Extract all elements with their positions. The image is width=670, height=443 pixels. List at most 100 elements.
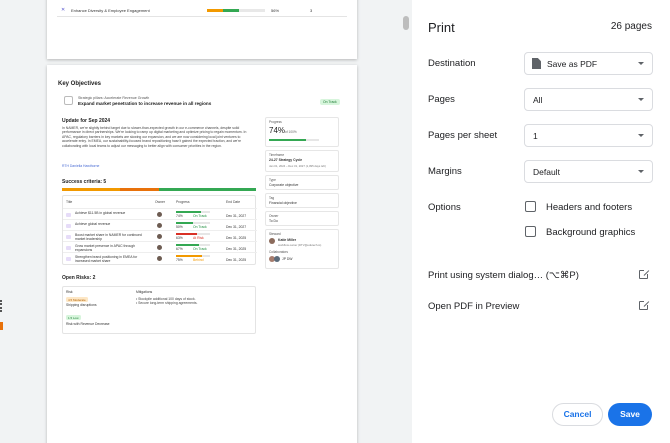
risk-mitigations: • Stockpile additional 100 days of stock… bbox=[136, 297, 198, 306]
avatar bbox=[157, 223, 162, 228]
save-button[interactable]: Save bbox=[608, 403, 652, 426]
card-label: Owner bbox=[269, 214, 279, 218]
card-label: Collaborators bbox=[269, 250, 288, 254]
pages-per-sheet-label: Pages per sheet bbox=[428, 130, 498, 141]
left-edge bbox=[0, 0, 8, 443]
progress-bar bbox=[207, 9, 265, 12]
pages-per-sheet-value: 1 bbox=[533, 131, 538, 141]
system-dialog-link[interactable]: Print using system dialog… (⌥⌘P) bbox=[428, 268, 654, 286]
progress-sub: of 100% bbox=[285, 130, 297, 134]
avatar bbox=[274, 256, 280, 262]
col-header: Owner bbox=[155, 200, 165, 204]
preview-page-2: Key Objectives Strategic pillars: Accele… bbox=[47, 65, 357, 443]
pages-label: Pages bbox=[428, 94, 455, 105]
row-title: Achieve global revenue bbox=[75, 222, 111, 226]
cancel-button[interactable]: Cancel bbox=[552, 403, 603, 426]
system-dialog-label: Print using system dialog… (⌥⌘P) bbox=[428, 270, 579, 281]
row-date: Dec 31, 2027 bbox=[226, 214, 247, 218]
steward-sub: workflow owner (DTV@edutech.io) bbox=[278, 243, 322, 247]
card-value: To Do bbox=[269, 219, 278, 223]
pages-select[interactable]: All bbox=[524, 88, 653, 111]
risks-heading: Open Risks: 2 bbox=[62, 275, 96, 281]
pages-per-sheet-select[interactable]: 1 bbox=[524, 124, 653, 147]
owner-card: Owner To Do bbox=[265, 211, 339, 226]
row-count: 3 bbox=[310, 8, 313, 13]
type-card: Type Corporate objective bbox=[265, 175, 339, 190]
card-value: Financial objective bbox=[269, 201, 297, 205]
row-date: Dec 31, 2025 bbox=[226, 258, 247, 262]
card-label: Steward bbox=[269, 232, 281, 236]
avatar bbox=[157, 234, 162, 239]
col-header: Risk bbox=[66, 290, 73, 294]
margins-select[interactable]: Default bbox=[524, 160, 653, 183]
risk-name: Risk with Revenue Decrease bbox=[66, 322, 110, 326]
objective-title: Expand market penetration to increase re… bbox=[78, 101, 212, 106]
card-label: Type bbox=[269, 178, 276, 182]
headers-footers-checkbox[interactable] bbox=[525, 201, 536, 212]
row-progress: 63% bbox=[176, 236, 183, 240]
chevron-down-icon bbox=[638, 170, 644, 173]
status-badge: On Track bbox=[320, 99, 340, 105]
margins-label: Margins bbox=[428, 166, 462, 177]
row-status: On Track bbox=[193, 214, 207, 218]
open-pdf-link[interactable]: Open PDF in Preview bbox=[428, 299, 654, 317]
success-table: Title Owner Progress End Date Achieve $1… bbox=[62, 195, 257, 265]
success-status-bar bbox=[62, 188, 256, 191]
update-heading: Update for Sep 2024 bbox=[62, 118, 111, 124]
drag-handle[interactable] bbox=[0, 300, 3, 312]
row-date: Dec 31, 2025 bbox=[226, 247, 247, 251]
open-external-icon bbox=[639, 269, 649, 279]
risks-table: Risk Mitigations 4.5 Moderate Shipping d… bbox=[62, 286, 256, 334]
risk-score-chip: 4.5 Moderate bbox=[66, 297, 88, 302]
pillar-label: Strategic pillars: Accelerate Revenue Gr… bbox=[78, 96, 150, 100]
collaborators: JP DW bbox=[282, 257, 293, 261]
divider bbox=[57, 16, 347, 17]
criteria-icon bbox=[66, 235, 71, 239]
section-heading: Key Objectives bbox=[58, 81, 102, 87]
print-settings-panel: Print 26 pages Destination Save as PDF P… bbox=[412, 0, 670, 443]
progress-card: Progress 74% of 100% bbox=[265, 117, 339, 147]
col-header: Title bbox=[66, 200, 73, 204]
scrollbar-thumb[interactable] bbox=[403, 16, 409, 30]
card-value: Corporate objective bbox=[269, 183, 299, 187]
criteria-icon bbox=[66, 257, 71, 261]
card-sub: Jan 01, 2024 – Dec 31, 2027 (1,095 days … bbox=[269, 164, 326, 168]
progress-bar bbox=[176, 211, 210, 213]
progress-bar bbox=[269, 139, 319, 141]
page-count: 26 pages bbox=[610, 21, 652, 32]
criteria-icon bbox=[66, 213, 71, 217]
row-date: Dec 31, 2025 bbox=[226, 236, 247, 240]
background-graphics-checkbox[interactable] bbox=[525, 226, 536, 237]
row-progress: 50% bbox=[176, 225, 183, 229]
destination-select[interactable]: Save as PDF bbox=[524, 52, 653, 75]
steward-name: Katie Miller bbox=[278, 238, 297, 242]
row-date: Dec 31, 2027 bbox=[226, 225, 247, 229]
avatar bbox=[157, 256, 162, 261]
row-status: On Track bbox=[193, 247, 207, 251]
destination-label: Destination bbox=[428, 58, 476, 69]
criteria-icon bbox=[66, 224, 71, 228]
card-label: Timeframe bbox=[269, 153, 285, 157]
print-preview: ✕ Enhance Diversity & Employee Engagemen… bbox=[0, 0, 412, 443]
row-title: Enhance Diversity & Employee Engagement bbox=[71, 8, 150, 13]
col-header: Progress bbox=[176, 200, 190, 204]
card-label: Progress bbox=[269, 120, 282, 124]
update-author: RTH Daniella Hawthorne bbox=[62, 164, 100, 168]
open-external-icon bbox=[639, 300, 649, 310]
destination-value: Save as PDF bbox=[547, 59, 598, 69]
card-label: Tag bbox=[269, 196, 275, 200]
progress-value: 74% bbox=[269, 126, 286, 135]
preview-page-1: ✕ Enhance Diversity & Employee Engagemen… bbox=[47, 0, 357, 59]
row-progress: 67% bbox=[176, 247, 183, 251]
chevron-down-icon bbox=[638, 134, 644, 137]
progress-bar bbox=[176, 233, 210, 235]
card-value: 24-27 Strategy Cycle bbox=[269, 158, 303, 162]
timeframe-card: Timeframe 24-27 Strategy Cycle Jan 01, 2… bbox=[265, 150, 339, 172]
row-percent: 56% bbox=[271, 8, 280, 13]
update-text: In NAMER, we're slightly behind target d… bbox=[62, 126, 247, 148]
table-row: Strengthen brand positioning in EMEA for… bbox=[63, 252, 257, 264]
criteria-icon bbox=[66, 246, 71, 250]
background-graphics-label[interactable]: Background graphics bbox=[546, 227, 635, 238]
preview-scrollbar[interactable] bbox=[402, 0, 412, 443]
headers-footers-label[interactable]: Headers and footers bbox=[546, 202, 632, 213]
